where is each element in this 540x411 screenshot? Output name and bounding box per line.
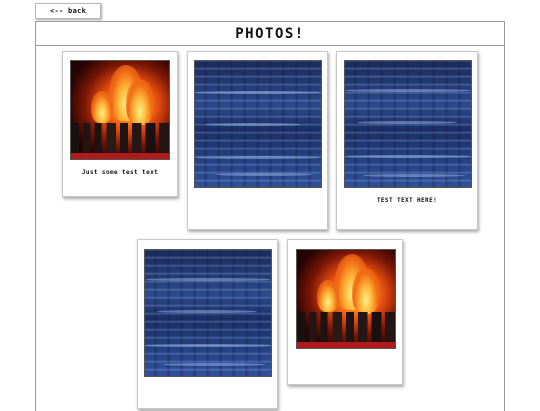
photo-caption: TEST TEXT HERE! — [376, 197, 438, 204]
burning-city-photo — [296, 249, 396, 349]
photo-card[interactable] — [137, 239, 278, 409]
photo-card[interactable] — [287, 239, 403, 385]
photo-caption: Just some test text — [81, 169, 159, 176]
photo-card[interactable]: Just some test text — [62, 51, 178, 197]
burning-city-photo — [70, 60, 170, 160]
photo-card[interactable]: TEST TEXT HERE! — [336, 51, 478, 230]
page-title: PHOTOS! — [235, 25, 305, 42]
water-photo — [144, 249, 272, 377]
water-photo — [344, 60, 472, 188]
header-bar: PHOTOS! — [35, 21, 505, 46]
photo-card[interactable] — [187, 51, 328, 230]
water-photo — [194, 60, 322, 188]
back-button[interactable]: <-- back — [35, 3, 101, 19]
